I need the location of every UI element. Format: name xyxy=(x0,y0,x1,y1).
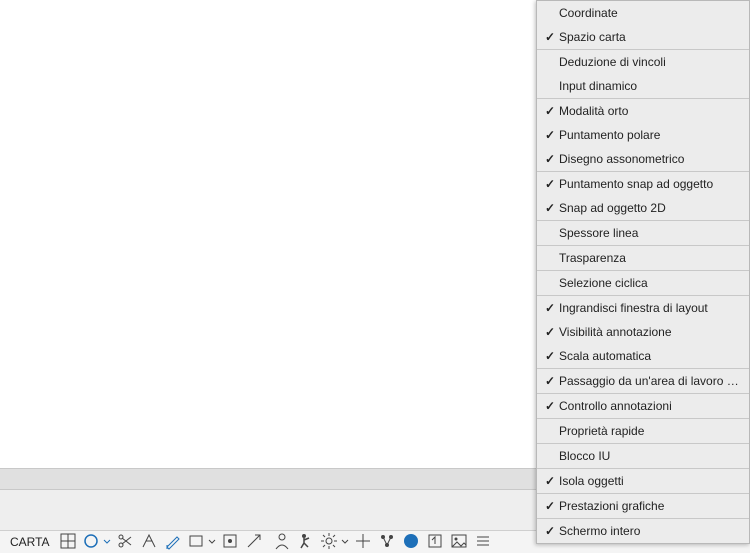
check-icon: ✓ xyxy=(541,301,559,315)
menu-item[interactable]: ✓Visibilità annotazione xyxy=(537,320,749,344)
scale-icon[interactable] xyxy=(243,530,265,552)
menu-item-label: Ingrandisci finestra di layout xyxy=(559,301,741,315)
menu-item-label: Blocco IU xyxy=(559,449,741,463)
menu-item[interactable]: ✓Schermo intero xyxy=(537,519,749,543)
draw-icon[interactable] xyxy=(162,530,184,552)
statusbar-customize-menu[interactable]: Coordinate✓Spazio cartaDeduzione di vinc… xyxy=(536,0,750,544)
node-icon[interactable] xyxy=(376,530,398,552)
menu-item[interactable]: ✓Scala automatica xyxy=(537,344,749,368)
menu-item[interactable]: Deduzione di vincoli xyxy=(537,50,749,74)
space-label[interactable]: CARTA xyxy=(0,535,56,549)
customize-icon[interactable] xyxy=(472,530,494,552)
menu-item[interactable]: ✓Prestazioni grafiche xyxy=(537,494,749,518)
check-icon: ✓ xyxy=(541,128,559,142)
menu-item-label: Schermo intero xyxy=(559,524,741,538)
menu-item-label: Coordinate xyxy=(559,6,741,20)
scissors-icon[interactable] xyxy=(114,530,136,552)
menu-item-label: Deduzione di vincoli xyxy=(559,55,741,69)
gear-icon[interactable] xyxy=(319,530,350,552)
menu-item[interactable]: Blocco IU xyxy=(537,444,749,468)
menu-item-label: Passaggio da un'area di lavoro ad un'alt… xyxy=(559,374,741,388)
check-icon: ✓ xyxy=(541,374,559,388)
menu-item[interactable]: Coordinate xyxy=(537,1,749,25)
circle-icon[interactable] xyxy=(81,530,112,552)
menu-item-label: Disegno assonometrico xyxy=(559,152,741,166)
menu-item[interactable]: ✓Modalità orto xyxy=(537,99,749,123)
menu-item-label: Selezione ciclica xyxy=(559,276,741,290)
menu-item-label: Controllo annotazioni xyxy=(559,399,741,413)
menu-item[interactable]: ✓Isola oggetti xyxy=(537,469,749,493)
menu-item[interactable]: ✓Controllo annotazioni xyxy=(537,394,749,418)
menu-item-label: Scala automatica xyxy=(559,349,741,363)
menu-item-label: Proprietà rapide xyxy=(559,424,741,438)
person-run-icon[interactable] xyxy=(295,530,317,552)
menu-item-label: Trasparenza xyxy=(559,251,741,265)
check-icon: ✓ xyxy=(541,399,559,413)
menu-item-label: Snap ad oggetto 2D xyxy=(559,201,741,215)
menu-item-label: Modalità orto xyxy=(559,104,741,118)
check-icon: ✓ xyxy=(541,474,559,488)
menu-item[interactable]: Trasparenza xyxy=(537,246,749,270)
constraint-icon[interactable] xyxy=(138,530,160,552)
menu-item-label: Isola oggetti xyxy=(559,474,741,488)
grid-icon[interactable] xyxy=(57,530,79,552)
globe-icon[interactable] xyxy=(400,530,422,552)
menu-item[interactable]: ✓Ingrandisci finestra di layout xyxy=(537,296,749,320)
menu-item-label: Puntamento snap ad oggetto xyxy=(559,177,741,191)
menu-item-label: Visibilità annotazione xyxy=(559,325,741,339)
rect-icon[interactable] xyxy=(186,530,217,552)
check-icon: ✓ xyxy=(541,201,559,215)
crosshair-icon[interactable] xyxy=(352,530,374,552)
check-icon: ✓ xyxy=(541,152,559,166)
export-icon[interactable] xyxy=(424,530,446,552)
menu-item-label: Puntamento polare xyxy=(559,128,741,142)
check-icon: ✓ xyxy=(541,325,559,339)
menu-item[interactable]: ✓Puntamento snap ad oggetto xyxy=(537,172,749,196)
menu-item-label: Spazio carta xyxy=(559,30,741,44)
menu-item[interactable]: Proprietà rapide xyxy=(537,419,749,443)
menu-item[interactable]: ✓Disegno assonometrico xyxy=(537,147,749,171)
check-icon: ✓ xyxy=(541,104,559,118)
menu-item[interactable]: Selezione ciclica xyxy=(537,271,749,295)
check-icon: ✓ xyxy=(541,177,559,191)
check-icon: ✓ xyxy=(541,30,559,44)
menu-item[interactable]: ✓Spazio carta xyxy=(537,25,749,49)
check-icon: ✓ xyxy=(541,524,559,538)
menu-item[interactable]: ✓Snap ad oggetto 2D xyxy=(537,196,749,220)
menu-item[interactable]: ✓Passaggio da un'area di lavoro ad un'al… xyxy=(537,369,749,393)
check-icon: ✓ xyxy=(541,499,559,513)
menu-item[interactable]: Input dinamico xyxy=(537,74,749,98)
menu-item-label: Prestazioni grafiche xyxy=(559,499,741,513)
menu-item[interactable]: ✓Puntamento polare xyxy=(537,123,749,147)
check-icon: ✓ xyxy=(541,349,559,363)
menu-item-label: Input dinamico xyxy=(559,79,741,93)
person-icon[interactable] xyxy=(271,530,293,552)
snap-icon[interactable] xyxy=(219,530,241,552)
menu-item-label: Spessore linea xyxy=(559,226,741,240)
image-icon[interactable] xyxy=(448,530,470,552)
menu-item[interactable]: Spessore linea xyxy=(537,221,749,245)
